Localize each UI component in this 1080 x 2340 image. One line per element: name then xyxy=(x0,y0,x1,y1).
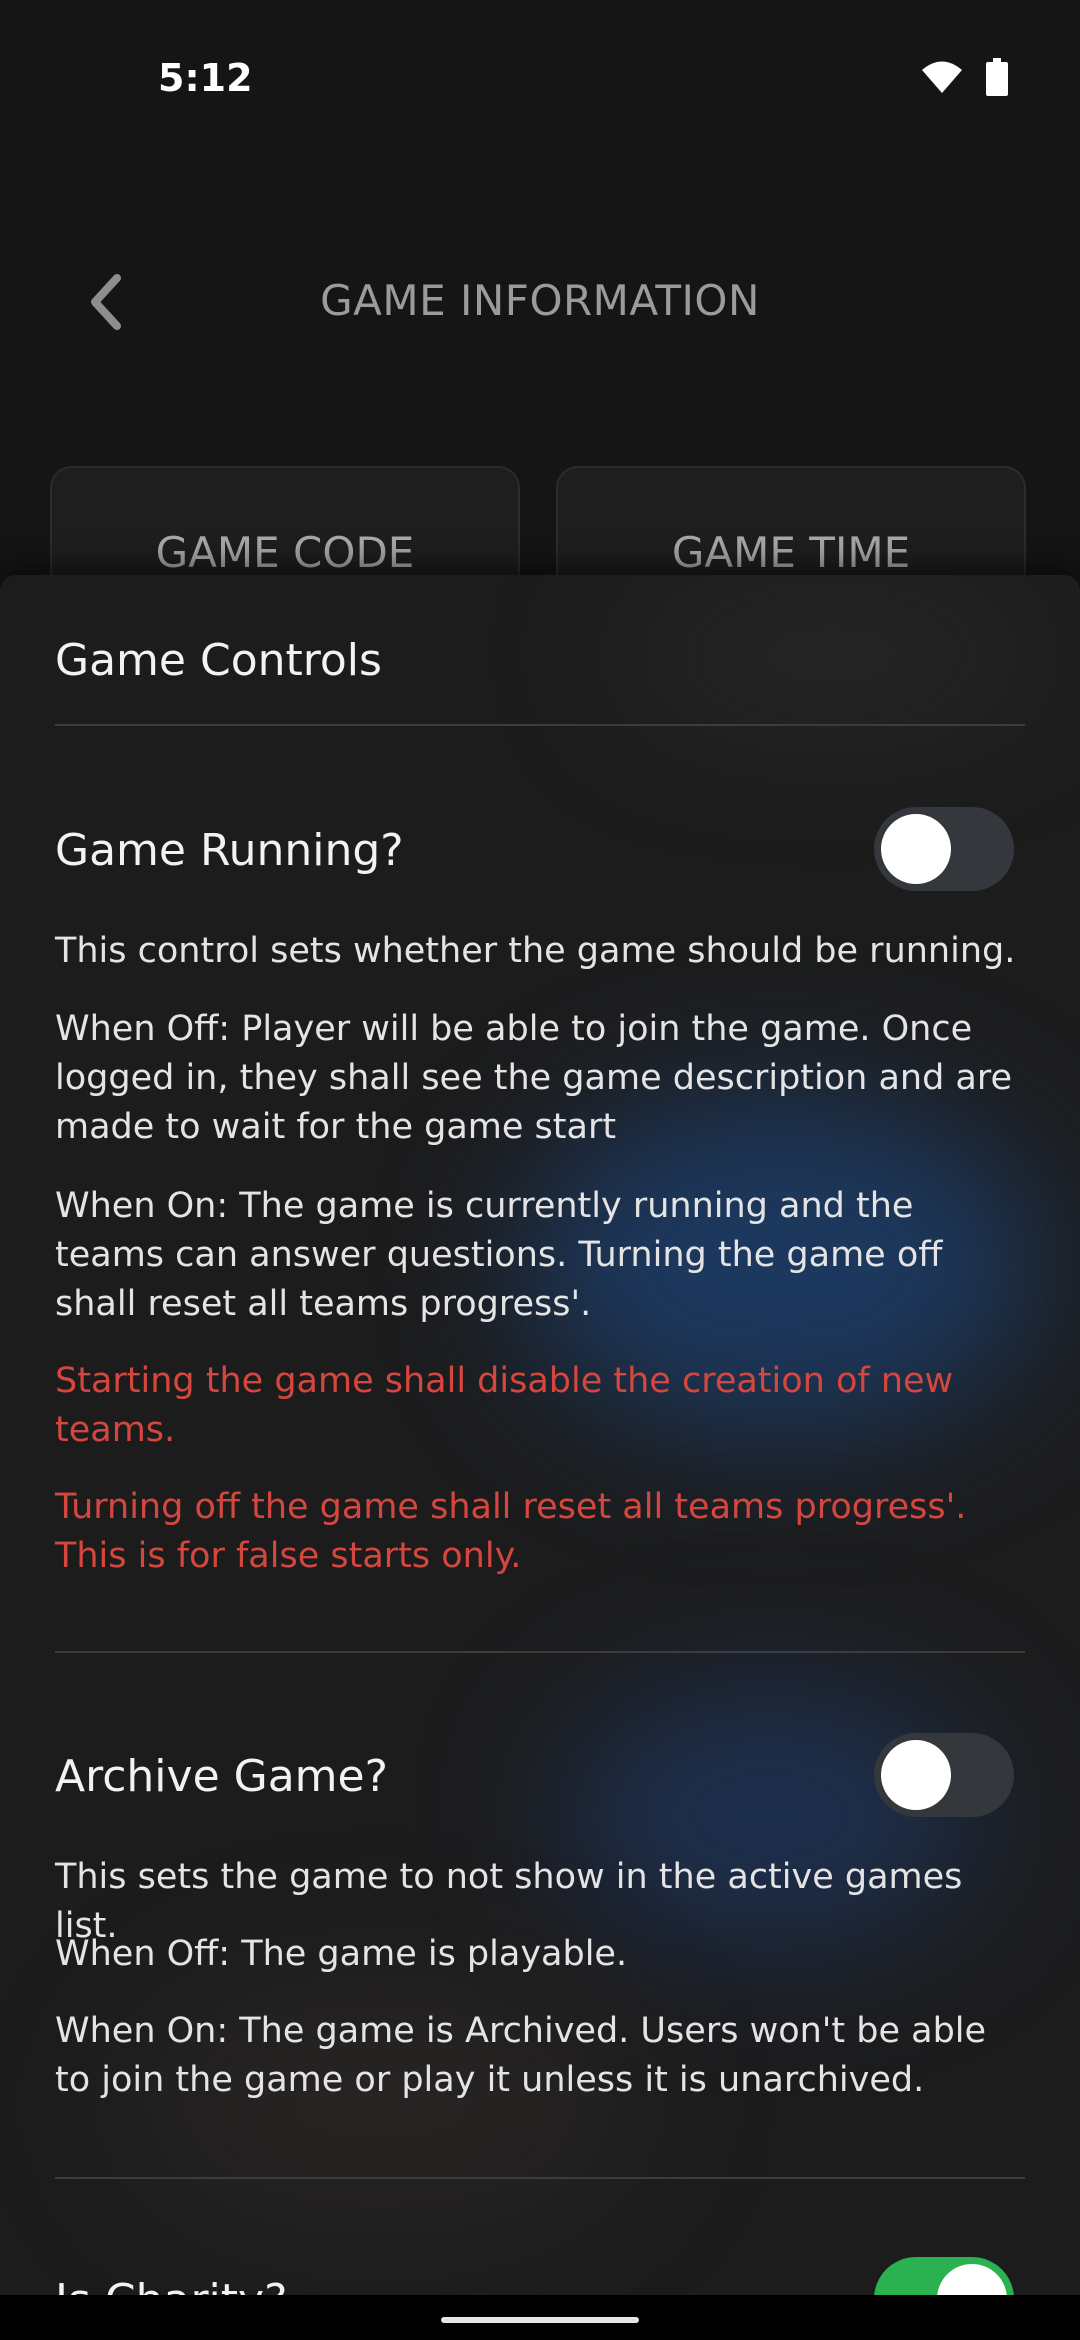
page-title: GAME INFORMATION xyxy=(320,276,760,325)
home-gesture-handle[interactable] xyxy=(441,2317,639,2323)
toggle-knob xyxy=(881,814,951,884)
toggle-knob xyxy=(881,1740,951,1810)
archive-game-title: Archive Game? xyxy=(55,1751,388,1802)
game-running-title: Game Running? xyxy=(55,825,404,876)
toggle-knob xyxy=(937,2264,1007,2295)
game-running-on-description: When On: The game is currently running a… xyxy=(55,1186,943,1324)
navigation-bar xyxy=(0,2295,1080,2340)
status-time: 5:12 xyxy=(158,56,253,100)
archive-game-toggle[interactable] xyxy=(874,1733,1014,1817)
is-charity-toggle[interactable] xyxy=(874,2257,1014,2295)
game-running-toggle[interactable] xyxy=(874,807,1014,891)
archive-game-off-description: When Off: The game is playable. xyxy=(55,1934,628,1974)
start-warning: Starting the game shall disable the crea… xyxy=(55,1361,954,1450)
status-icons xyxy=(920,58,1008,96)
wifi-icon xyxy=(922,61,962,93)
reset-warning: Turning off the game shall reset all tea… xyxy=(55,1487,967,1576)
divider xyxy=(55,2177,1025,2179)
battery-icon xyxy=(986,58,1008,96)
game-time-card-title: GAME TIME xyxy=(671,528,911,577)
divider xyxy=(55,1651,1025,1653)
background-glow xyxy=(620,595,1040,715)
status-bar: 5:12 xyxy=(0,0,1080,150)
is-charity-title: Is Charity? xyxy=(55,2275,287,2295)
sheet-title: Game Controls xyxy=(55,635,382,686)
game-running-off-description: When Off: Player will be able to join th… xyxy=(55,1009,1013,1147)
divider xyxy=(55,724,1025,726)
game-running-description: This control sets whether the game shoul… xyxy=(55,931,1016,971)
game-code-card-title: GAME CODE xyxy=(155,528,415,577)
archive-game-on-description: When On: The game is Archived. Users won… xyxy=(55,2011,987,2100)
app-screen: 5:12 GAME INFORMATION GAME CODE GAME TIM… xyxy=(0,0,1080,2340)
game-controls-sheet: Game Controls Game Running? This control… xyxy=(0,575,1080,2295)
